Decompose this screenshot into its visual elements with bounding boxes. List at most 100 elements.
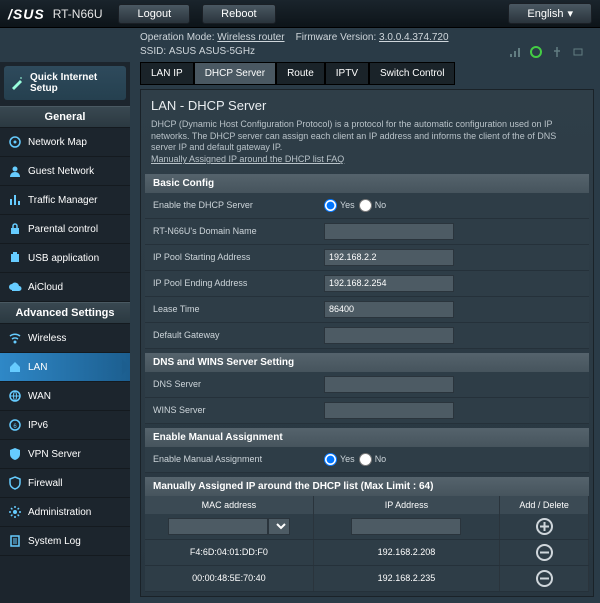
ip-table-header: MAC address IP Address Add / Delete bbox=[145, 496, 589, 514]
reboot-button[interactable]: Reboot bbox=[202, 4, 275, 24]
faq-link[interactable]: Manually Assigned IP around the DHCP lis… bbox=[151, 154, 344, 164]
radio-input-no[interactable] bbox=[359, 199, 372, 212]
radio-manual-no[interactable]: No bbox=[359, 453, 387, 466]
nav-label: LAN bbox=[28, 362, 47, 373]
language-dropdown[interactable]: English ▾ bbox=[508, 3, 592, 24]
usb-icon bbox=[8, 251, 22, 265]
nav-usb-application[interactable]: USB application bbox=[0, 244, 130, 273]
sidebar: Quick InternetSetup General Network Map G… bbox=[0, 62, 130, 603]
dhcp-panel: LAN - DHCP Server DHCP (Dynamic Host Con… bbox=[140, 89, 594, 597]
cell-mac: 00:00:48:5E:70:40 bbox=[145, 566, 314, 591]
section-iplist: Manually Assigned IP around the DHCP lis… bbox=[145, 477, 589, 496]
row-enable-dhcp: Enable the DHCP Server Yes No bbox=[145, 193, 589, 219]
row-dns: DNS Server bbox=[145, 372, 589, 398]
ssid-5[interactable]: ASUS-5GHz bbox=[199, 46, 255, 57]
section-basic-config: Basic Config bbox=[145, 174, 589, 193]
fw-value[interactable]: 3.0.0.4.374.720 bbox=[379, 32, 449, 43]
row-pool-end: IP Pool Ending Address bbox=[145, 271, 589, 297]
label-domain: RT-N66U's Domain Name bbox=[145, 222, 320, 240]
col-act: Add / Delete bbox=[500, 496, 589, 514]
section-manual: Enable Manual Assignment bbox=[145, 428, 589, 447]
label-dns: DNS Server bbox=[145, 375, 320, 393]
input-lease[interactable] bbox=[324, 301, 454, 318]
model-name: RT-N66U bbox=[53, 7, 113, 21]
label-pool-end: IP Pool Ending Address bbox=[145, 274, 320, 292]
nav-administration[interactable]: Administration bbox=[0, 498, 130, 527]
input-pool-end[interactable] bbox=[324, 275, 454, 292]
radio-enable-yes[interactable]: Yes bbox=[324, 199, 355, 212]
nav-firewall[interactable]: Firewall bbox=[0, 469, 130, 498]
nav-label: IPv6 bbox=[28, 420, 48, 431]
nav-label: VPN Server bbox=[28, 449, 81, 460]
signal-icon bbox=[508, 45, 521, 58]
radio-enable-no[interactable]: No bbox=[359, 199, 387, 212]
input-new-ip[interactable] bbox=[351, 518, 461, 535]
nav-parental-control[interactable]: Parental control bbox=[0, 215, 130, 244]
home-icon bbox=[8, 360, 22, 374]
label-pool-start: IP Pool Starting Address bbox=[145, 248, 320, 266]
quick-setup-label: Quick InternetSetup bbox=[30, 72, 97, 94]
nav-wan[interactable]: WAN bbox=[0, 382, 130, 411]
section-general: General bbox=[0, 106, 130, 128]
panel-description: DHCP (Dynamic Host Configuration Protoco… bbox=[141, 119, 593, 170]
nav-ipv6[interactable]: 6IPv6 bbox=[0, 411, 130, 440]
radio-input-yes[interactable] bbox=[324, 199, 337, 212]
ssid-24[interactable]: ASUS bbox=[169, 46, 196, 57]
nav-traffic-manager[interactable]: Traffic Manager bbox=[0, 186, 130, 215]
globe-icon bbox=[8, 389, 22, 403]
tab-lan-ip[interactable]: LAN IP bbox=[140, 62, 194, 85]
nav-lan[interactable]: LAN bbox=[0, 353, 130, 382]
tab-iptv[interactable]: IPTV bbox=[325, 62, 369, 85]
table-row: 00:00:48:5E:70:40192.168.2.235 bbox=[145, 566, 589, 592]
chevron-down-icon: ▾ bbox=[567, 7, 573, 20]
nav-system-log[interactable]: System Log bbox=[0, 527, 130, 556]
status-icons bbox=[508, 45, 590, 58]
table-row: F4:6D:04:01:DD:F0192.168.2.208 bbox=[145, 540, 589, 566]
traffic-icon bbox=[8, 193, 22, 207]
nav-aicloud[interactable]: AiCloud bbox=[0, 273, 130, 302]
op-mode-value[interactable]: Wireless router bbox=[217, 32, 284, 43]
wifi-icon bbox=[8, 331, 22, 345]
link-icon bbox=[529, 45, 542, 58]
add-button[interactable] bbox=[536, 518, 553, 535]
nav-guest-network[interactable]: Guest Network bbox=[0, 157, 130, 186]
nav-label: Wireless bbox=[28, 333, 66, 344]
radio-manual-input-yes[interactable] bbox=[324, 453, 337, 466]
tab-switch-control[interactable]: Switch Control bbox=[369, 62, 455, 85]
label-lease: Lease Time bbox=[145, 300, 320, 318]
label-gateway: Default Gateway bbox=[145, 326, 320, 344]
quick-internet-setup[interactable]: Quick InternetSetup bbox=[4, 66, 126, 100]
radio-manual-input-no[interactable] bbox=[359, 453, 372, 466]
ip-table-input-row bbox=[145, 514, 589, 540]
input-dns[interactable] bbox=[324, 376, 454, 393]
cloud-icon bbox=[8, 280, 22, 294]
input-gateway[interactable] bbox=[324, 327, 454, 344]
radio-manual-yes[interactable]: Yes bbox=[324, 453, 355, 466]
nav-label: Traffic Manager bbox=[28, 195, 97, 206]
label-manual: Enable Manual Assignment bbox=[145, 450, 320, 468]
nav-network-map[interactable]: Network Map bbox=[0, 128, 130, 157]
main-content: LAN IPDHCP ServerRouteIPTVSwitch Control… bbox=[130, 62, 600, 603]
logout-button[interactable]: Logout bbox=[118, 4, 190, 24]
input-pool-start[interactable] bbox=[324, 249, 454, 266]
section-dns: DNS and WINS Server Setting bbox=[145, 353, 589, 372]
nav-vpn-server[interactable]: VPN Server bbox=[0, 440, 130, 469]
delete-button[interactable] bbox=[536, 544, 553, 561]
nav-label: Firewall bbox=[28, 478, 62, 489]
row-manual-enable: Enable Manual Assignment Yes No bbox=[145, 447, 589, 473]
row-wins: WINS Server bbox=[145, 398, 589, 424]
nav-wireless[interactable]: Wireless bbox=[0, 324, 130, 353]
mac-dropdown[interactable] bbox=[268, 518, 290, 535]
op-mode-label: Operation Mode: bbox=[140, 32, 215, 43]
col-ip: IP Address bbox=[314, 496, 500, 514]
tab-dhcp-server[interactable]: DHCP Server bbox=[194, 62, 276, 85]
input-new-mac[interactable] bbox=[168, 518, 268, 535]
input-domain[interactable] bbox=[324, 223, 454, 240]
nav-label: Network Map bbox=[28, 137, 87, 148]
ip-table: MAC address IP Address Add / Delete F4:6… bbox=[145, 496, 589, 592]
input-wins[interactable] bbox=[324, 402, 454, 419]
usb-icon bbox=[550, 45, 563, 58]
tab-route[interactable]: Route bbox=[276, 62, 325, 85]
brand-logo: /SUS bbox=[0, 6, 53, 22]
delete-button[interactable] bbox=[536, 570, 553, 587]
